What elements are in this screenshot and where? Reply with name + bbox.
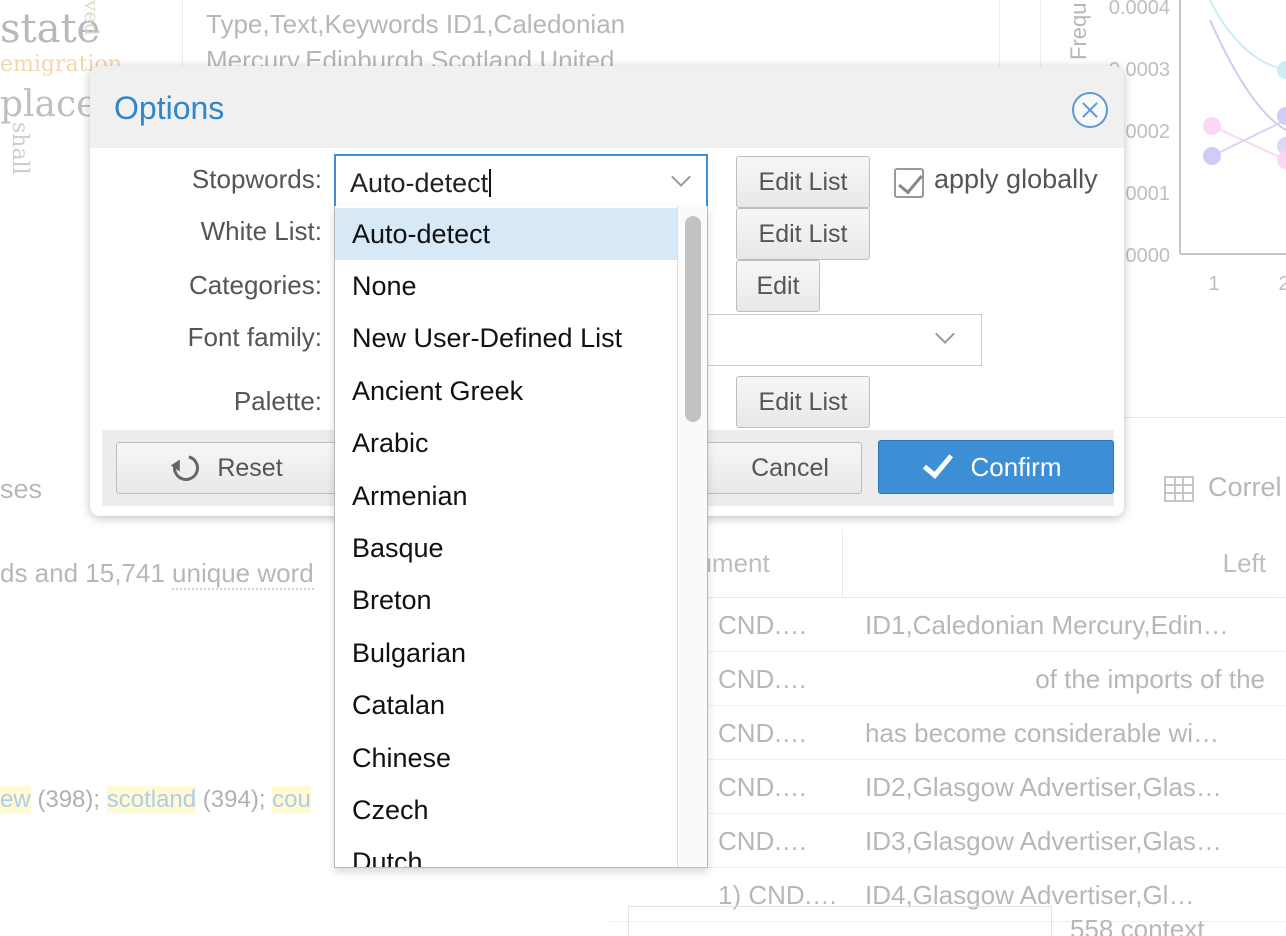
y-tick: 0001 <box>1126 183 1171 205</box>
cancel-label: Cancel <box>751 453 829 482</box>
white-list-label: White List: <box>200 216 322 246</box>
x-tick: 2 <box>1278 273 1286 295</box>
y-tick: 0.0004 <box>1109 0 1170 19</box>
column-header-left[interactable]: Left <box>1223 548 1266 579</box>
palette-label: Palette: <box>233 386 322 416</box>
dropdown-option[interactable]: Armenian <box>335 470 677 522</box>
table-header: ocument Left <box>610 530 1286 598</box>
dropdown-option[interactable]: Ancient Greek <box>335 365 677 417</box>
apply-globally-checkbox[interactable] <box>894 168 924 198</box>
cell-document: CND.… <box>718 826 808 856</box>
close-icon[interactable] <box>1072 92 1108 128</box>
table-row[interactable]: CND.… of the imports of the <box>610 652 1286 706</box>
stopwords-edit-list-button[interactable]: Edit List <box>736 156 870 208</box>
table-row[interactable]: CND.… has become considerable wi… <box>610 706 1286 760</box>
palette-edit-list-button[interactable]: Edit List <box>736 376 870 428</box>
dialog-title: Options <box>114 90 225 126</box>
cell-document: CND.… <box>718 664 808 694</box>
cell-document: CND.… <box>718 610 808 640</box>
stopwords-select[interactable]: Auto-detect <box>334 154 708 208</box>
keyword-count: (398); <box>37 786 101 813</box>
cell-left: ID3,Glasgow Advertiser,Glas… <box>865 826 1222 856</box>
reset-label: Reset <box>217 453 283 482</box>
scrollbar-thumb[interactable] <box>685 216 701 422</box>
tab-summary-partial[interactable]: ses <box>0 474 42 505</box>
font-family-select[interactable] <box>686 314 982 366</box>
context-count: 558 context <box>1070 914 1205 936</box>
cell-document: 1) CND.… <box>718 880 838 910</box>
chart-ylabel: Frequ <box>1066 3 1091 60</box>
cloud-word[interactable]: state <box>0 6 100 52</box>
keyword[interactable]: scotland <box>106 786 197 813</box>
stopwords-value: Auto-detect <box>350 168 491 199</box>
chart-point <box>1277 137 1286 155</box>
reset-button[interactable]: Reset <box>116 442 340 494</box>
keyword[interactable]: cou <box>272 786 311 813</box>
font-family-label: Font family: <box>187 322 322 352</box>
chart-point <box>1277 107 1286 125</box>
dropdown-option[interactable]: Breton <box>335 575 677 627</box>
chevron-down-icon[interactable] <box>671 167 691 187</box>
summary-part: ds and 15,741 <box>0 558 173 588</box>
reset-icon <box>168 450 205 486</box>
cloud-word[interactable]: ved <box>80 0 104 36</box>
table-row[interactable]: 1) CND.… ID4,Glasgow Advertiser,Gl… <box>610 868 1286 922</box>
stopwords-label: Stopwords: <box>191 164 322 194</box>
dropdown-option[interactable]: Arabic <box>335 418 677 470</box>
chart-point <box>1203 117 1221 135</box>
dropdown-option[interactable]: Catalan <box>335 680 677 732</box>
table-icon <box>1164 475 1194 502</box>
dropdown-option[interactable]: Bulgarian <box>335 627 677 679</box>
y-tick: 0000 <box>1126 245 1171 267</box>
reader-line: Type,Text,Keywords ID1,Caledonian <box>206 9 626 39</box>
keywords-line: ew (398); scotland (394); cou <box>0 786 311 814</box>
context-search-input[interactable] <box>628 906 1052 936</box>
chevron-down-icon[interactable] <box>935 324 955 344</box>
y-tick: 0002 <box>1126 121 1171 143</box>
stopwords-dropdown-list: Auto-detect None New User-Defined List Anci… <box>334 206 708 868</box>
apply-globally-label[interactable]: apply globally <box>934 164 1098 195</box>
cell-left: of the imports of the <box>1035 664 1265 694</box>
dropdown-scrollbar[interactable] <box>677 206 707 867</box>
summary-text: ds and 15,741 unique word <box>0 558 314 590</box>
cell-left: has become considerable wi… <box>865 718 1220 748</box>
x-tick: 1 <box>1208 273 1219 295</box>
cloud-word[interactable]: shall <box>7 122 32 175</box>
cell-document: CND.… <box>718 718 808 748</box>
tab-correlations[interactable]: Correl <box>1164 472 1282 503</box>
unique-words-link[interactable]: unique word <box>172 558 314 590</box>
dialog-header[interactable]: Options <box>90 66 1124 148</box>
dropdown-option[interactable]: New User-Defined List <box>335 313 677 365</box>
dropdown-options: Auto-detect None New User-Defined List Anci… <box>335 208 677 867</box>
cell-left: ID1,Caledonian Mercury,Edin… <box>865 610 1229 640</box>
tab-correlations-label: Correl <box>1208 472 1282 502</box>
table-row[interactable]: CND.… ID3,Glasgow Advertiser,Glas… <box>610 814 1286 868</box>
reader-panel <box>182 0 1000 68</box>
keyword-count: (394); <box>202 786 266 813</box>
confirm-label: Confirm <box>970 451 1062 482</box>
check-icon <box>923 447 954 479</box>
chart-point <box>1277 151 1286 169</box>
cell-left: ID2,Glasgow Advertiser,Glas… <box>865 772 1222 802</box>
chart-point <box>1277 61 1286 79</box>
dropdown-option[interactable]: Dutch <box>335 837 677 867</box>
categories-edit-button[interactable]: Edit <box>736 260 820 312</box>
categories-label: Categories: <box>189 270 322 300</box>
dropdown-option[interactable]: Auto-detect <box>335 208 677 261</box>
dropdown-option[interactable]: None <box>335 260 677 312</box>
white-list-edit-list-button[interactable]: Edit List <box>736 208 870 260</box>
dropdown-option[interactable]: Czech <box>335 784 677 836</box>
dropdown-option[interactable]: Chinese <box>335 732 677 784</box>
chart-point <box>1203 147 1221 165</box>
table-row[interactable]: CND.… ID1,Caledonian Mercury,Edin… <box>610 598 1286 652</box>
cloud-word[interactable]: place <box>0 84 98 125</box>
keyword[interactable]: ew <box>0 786 31 813</box>
dropdown-option[interactable]: Basque <box>335 522 677 574</box>
table-row[interactable]: CND.… ID2,Glasgow Advertiser,Glas… <box>610 760 1286 814</box>
cell-left: ID4,Glasgow Advertiser,Gl… <box>865 880 1195 910</box>
cell-document: CND.… <box>718 772 808 802</box>
confirm-button[interactable]: Confirm <box>878 440 1114 494</box>
contexts-table: ocument Left CND.… ID1,Caledonian Mercury… <box>610 530 1286 922</box>
